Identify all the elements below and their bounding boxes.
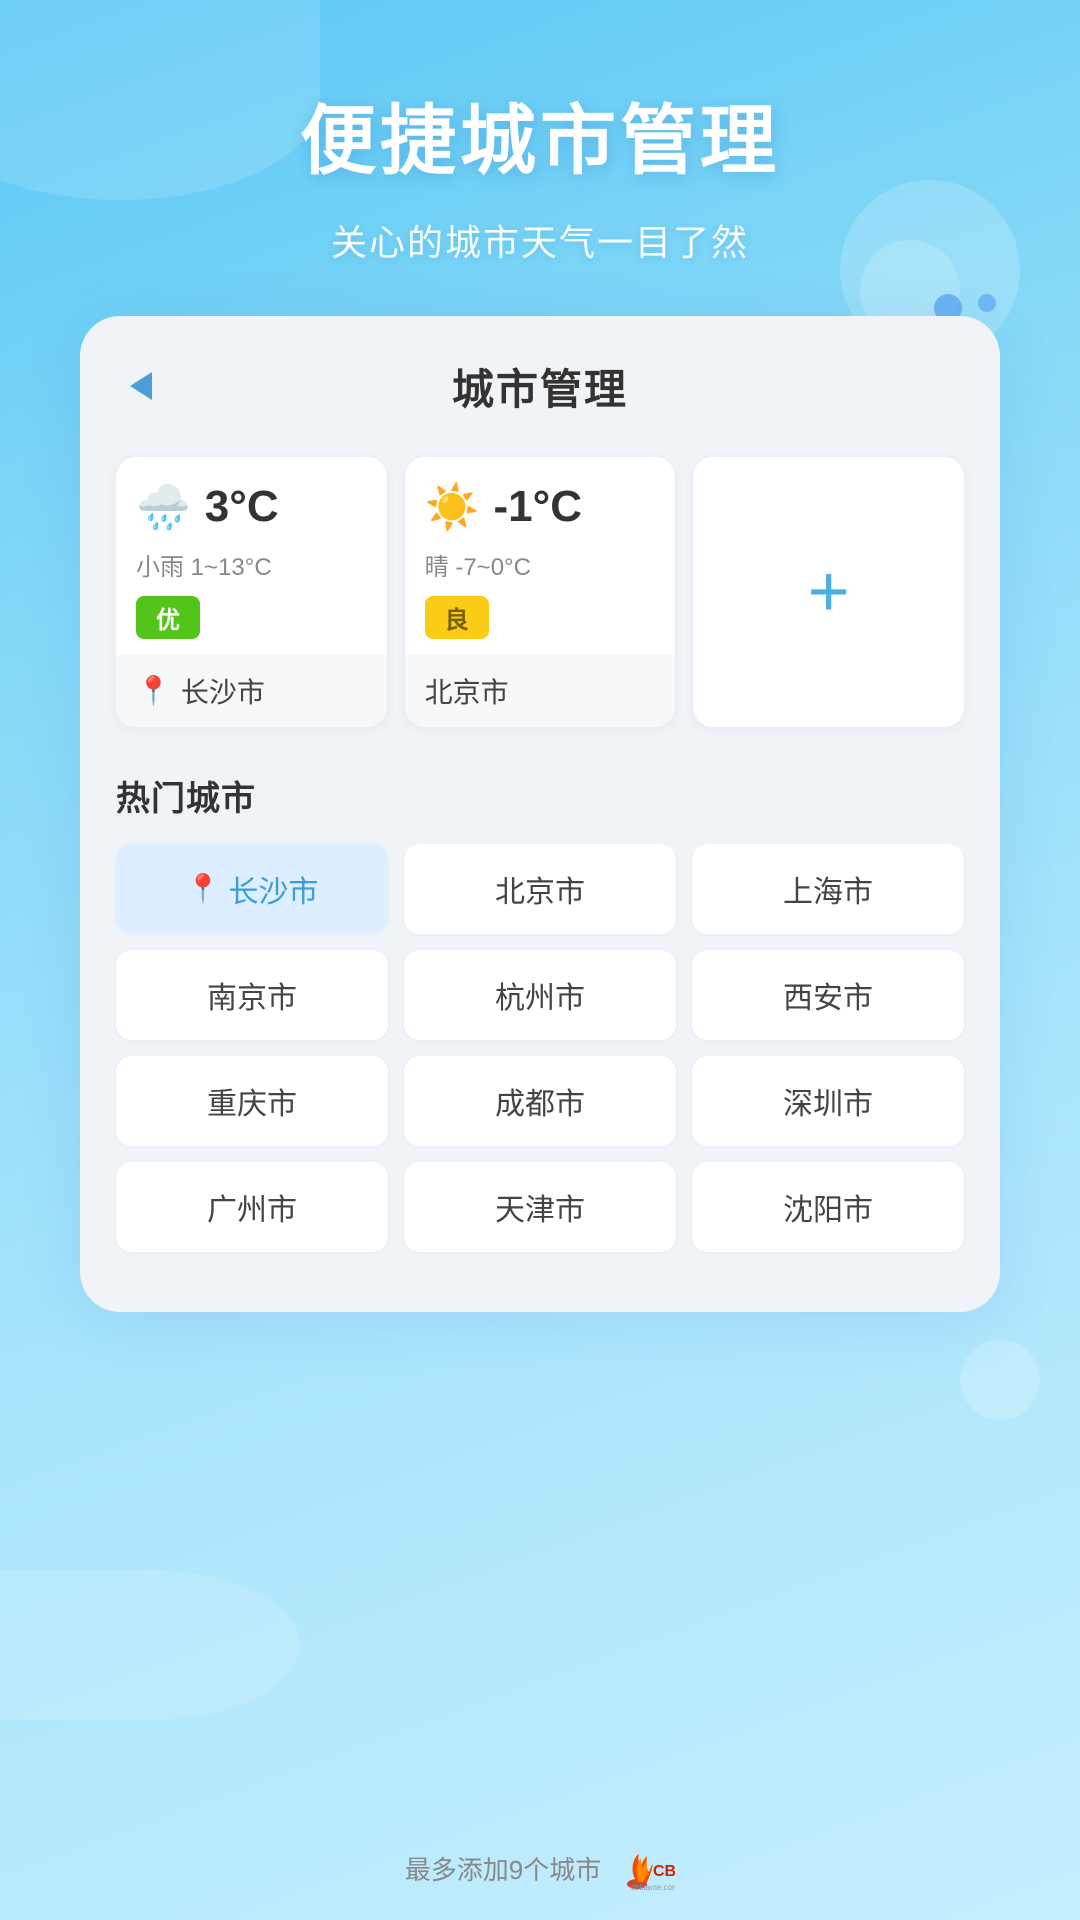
city-grid-item-5[interactable]: 西安市 [692, 950, 964, 1040]
weather-card-beijing[interactable]: ☀️ -1°C 晴 -7~0°C 良 北京市 [405, 457, 676, 727]
temp-changsha: 3°C [205, 482, 279, 532]
desc-changsha: 小雨 1~13°C [136, 547, 367, 582]
add-city-card[interactable]: + [693, 457, 964, 727]
card-header: 城市管理 [116, 356, 964, 417]
footer-area: 最多添加9个城市 CBI cbigame.com [0, 1846, 1080, 1890]
city-grid-item-10[interactable]: 天津市 [404, 1162, 676, 1252]
city-grid: 📍长沙市北京市上海市南京市杭州市西安市重庆市成都市深圳市广州市天津市沈阳市 [116, 844, 964, 1252]
weather-card-changsha[interactable]: 🌧️ 3°C 小雨 1~13°C 优 📍 长沙市 [116, 457, 387, 727]
city-grid-item-11[interactable]: 沈阳市 [692, 1162, 964, 1252]
city-grid-item-7[interactable]: 成都市 [404, 1056, 676, 1146]
bg-blob-2 [0, 1570, 300, 1720]
air-badge-changsha: 优 [136, 596, 200, 639]
temp-row-changsha: 🌧️ 3°C [136, 481, 367, 533]
max-cities-text: 最多添加9个城市 [405, 1850, 601, 1887]
weather-cards-row: 🌧️ 3°C 小雨 1~13°C 优 📍 长沙市 ☀️ -1°C 晴 -7~0°… [116, 457, 964, 727]
city-grid-item-3[interactable]: 南京市 [116, 950, 388, 1040]
city-bottom-beijing: 北京市 [405, 655, 676, 727]
city-grid-item-0[interactable]: 📍长沙市 [116, 844, 388, 934]
city-name-changsha: 长沙市 [181, 671, 265, 711]
main-title: 便捷城市管理 [0, 100, 1080, 184]
sub-title: 关心的城市天气一目了然 [0, 214, 1080, 266]
plus-icon: + [808, 556, 850, 628]
desc-beijing: 晴 -7~0°C [425, 547, 656, 582]
city-bottom-changsha: 📍 长沙市 [116, 655, 387, 727]
watermark: CBI cbigame.com [625, 1846, 675, 1890]
hot-cities-title: 热门城市 [116, 771, 964, 820]
city-grid-item-6[interactable]: 重庆市 [116, 1056, 388, 1146]
bg-decoration-3 [960, 1340, 1040, 1420]
city-grid-item-9[interactable]: 广州市 [116, 1162, 388, 1252]
weather-card-top-changsha: 🌧️ 3°C 小雨 1~13°C 优 [116, 457, 387, 655]
cloud-rain-icon: 🌧️ [136, 481, 191, 533]
temp-row-beijing: ☀️ -1°C [425, 481, 656, 533]
weather-card-top-beijing: ☀️ -1°C 晴 -7~0°C 良 [405, 457, 676, 655]
city-name-beijing: 北京市 [425, 671, 509, 711]
svg-text:cbigame.com: cbigame.com [631, 1883, 675, 1890]
header-area: 便捷城市管理 关心的城市天气一目了然 [0, 0, 1080, 316]
temp-beijing: -1°C [493, 482, 582, 532]
card-title: 城市管理 [166, 356, 914, 417]
city-grid-item-2[interactable]: 上海市 [692, 844, 964, 934]
main-card: 城市管理 🌧️ 3°C 小雨 1~13°C 优 📍 长沙市 ☀ [80, 316, 1000, 1312]
back-button[interactable] [116, 361, 166, 411]
back-icon [130, 372, 152, 400]
cbi-logo-icon: CBI cbigame.com [625, 1846, 675, 1890]
hot-cities-section: 热门城市 📍长沙市北京市上海市南京市杭州市西安市重庆市成都市深圳市广州市天津市沈… [116, 771, 964, 1252]
location-pin-icon: 📍 [186, 872, 221, 905]
city-grid-item-4[interactable]: 杭州市 [404, 950, 676, 1040]
location-icon-changsha: 📍 [136, 674, 171, 707]
city-grid-item-8[interactable]: 深圳市 [692, 1056, 964, 1146]
sun-icon: ☀️ [425, 481, 480, 533]
air-badge-beijing: 良 [425, 596, 489, 639]
city-grid-item-1[interactable]: 北京市 [404, 844, 676, 934]
svg-text:CBI: CBI [653, 1863, 675, 1880]
